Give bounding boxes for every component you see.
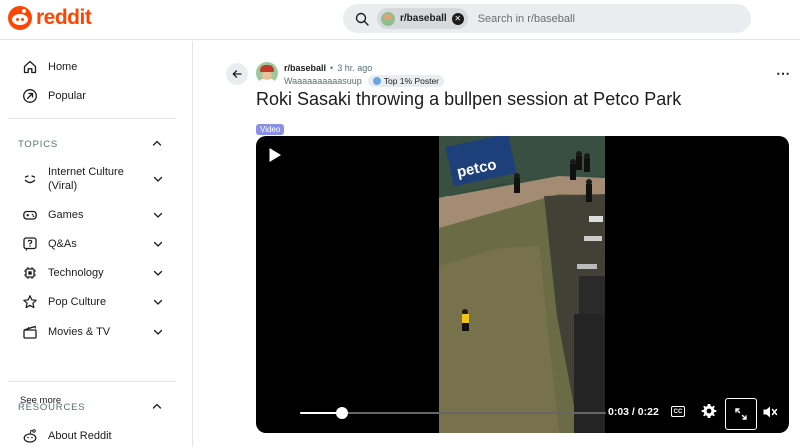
nav-home[interactable]: Home (20, 57, 77, 77)
subreddit-search-chip[interactable]: r/baseball ✕ (377, 8, 468, 29)
subreddit-avatar-icon (381, 11, 395, 26)
sidebar-item-movies-tv[interactable]: Movies & TV (20, 322, 165, 342)
chevron-down-icon[interactable] (151, 325, 165, 339)
post-time: 3 hr. ago (337, 63, 373, 73)
more-options-icon[interactable]: ⋯ (776, 65, 791, 82)
chevron-down-icon[interactable] (151, 295, 165, 309)
author-link[interactable]: Waaaaaaaaaasuup (284, 76, 362, 86)
top-header: reddit r/baseball ✕ Search in r/baseball (0, 0, 800, 40)
chevron-down-icon[interactable] (151, 208, 165, 222)
nav-about-reddit[interactable]: About Reddit (20, 426, 112, 446)
sidebar-item-games[interactable]: Games (20, 205, 165, 225)
video-tag: Video (256, 124, 285, 135)
nav-about-label: About Reddit (48, 430, 112, 442)
play-button[interactable] (266, 146, 284, 164)
seek-handle[interactable] (336, 407, 348, 419)
sidebar-item-technology[interactable]: Technology (20, 263, 165, 283)
topics-section-toggle[interactable]: TOPICS (18, 137, 163, 152)
subreddit-link[interactable]: r/baseball (284, 63, 326, 73)
post-meta: r/baseball • 3 hr. ago (284, 63, 372, 73)
back-button[interactable] (226, 63, 248, 85)
time-readout: 0:03 / 0:22 (608, 406, 659, 418)
internet-culture-icon (20, 169, 40, 189)
user-flair: Top 1% Poster (367, 75, 445, 87)
play-icon (269, 148, 281, 162)
star-icon (20, 292, 40, 312)
nav-home-label: Home (48, 61, 78, 73)
author-row: Waaaaaaaaaasuup Top 1% Poster (284, 75, 445, 87)
topics-heading: TOPICS (18, 139, 58, 150)
chip-label: r/baseball (400, 13, 447, 24)
search-icon (347, 4, 377, 33)
flair-label: Top 1% Poster (383, 76, 440, 86)
reddit-alien-icon (8, 6, 32, 30)
chevron-down-icon[interactable] (151, 266, 165, 280)
mute-button[interactable] (762, 404, 778, 420)
top-poster-icon (372, 77, 381, 85)
captions-button[interactable]: CC (671, 406, 685, 417)
chevron-down-icon[interactable] (151, 237, 165, 251)
reddit-logo[interactable]: reddit (8, 6, 92, 30)
chip-icon (20, 263, 40, 283)
topic-label: Q&As (48, 238, 77, 250)
home-icon (20, 57, 40, 77)
question-icon (20, 234, 40, 254)
sidebar-item-qas[interactable]: Q&As (20, 234, 165, 254)
settings-button[interactable] (701, 403, 717, 419)
expand-icon (735, 408, 747, 420)
nav-popular-label: Popular (48, 90, 86, 102)
sidebar-divider (8, 118, 176, 119)
video-player[interactable]: petco 0:03 / 0:22 CC (256, 136, 789, 433)
resources-heading: RESOURCES (18, 402, 86, 413)
logo-text: reddit (36, 6, 92, 29)
post-title: Roki Sasaki throwing a bullpen session a… (256, 89, 682, 109)
chevron-down-icon[interactable] (151, 172, 165, 186)
topic-label: Technology (48, 267, 104, 279)
arrow-left-icon (232, 70, 242, 78)
subreddit-avatar[interactable] (256, 62, 278, 84)
fullscreen-button[interactable] (725, 398, 757, 430)
meta-separator: • (330, 63, 334, 73)
nav-popular[interactable]: Popular (20, 86, 86, 106)
chevron-up-icon (151, 137, 163, 152)
search-bar[interactable]: r/baseball ✕ Search in r/baseball (343, 4, 751, 33)
sidebar-divider (8, 381, 176, 382)
video-frame: petco (439, 136, 605, 433)
seek-bar[interactable] (300, 407, 606, 419)
search-input[interactable]: Search in r/baseball (478, 13, 575, 25)
left-sidebar: Home Popular TOPICS Internet Culture (Vi… (0, 41, 193, 447)
topic-label: Games (48, 209, 84, 221)
popular-icon (20, 86, 40, 106)
topic-label: Pop Culture (48, 296, 107, 308)
chevron-up-icon (151, 400, 163, 415)
sidebar-item-pop-culture[interactable]: Pop Culture (20, 292, 165, 312)
topic-label: Movies & TV (48, 326, 111, 338)
volume-muted-icon (763, 406, 778, 418)
gamepad-icon (20, 205, 40, 225)
sidebar-item-internet-culture[interactable]: Internet Culture (Viral) (20, 165, 165, 193)
clapperboard-icon (20, 322, 40, 342)
gear-icon (701, 404, 717, 418)
resources-section-toggle[interactable]: RESOURCES (18, 400, 163, 415)
close-icon[interactable]: ✕ (451, 12, 464, 25)
topic-label: Internet Culture (Viral) (48, 166, 124, 192)
reddit-alien-icon (20, 426, 40, 446)
